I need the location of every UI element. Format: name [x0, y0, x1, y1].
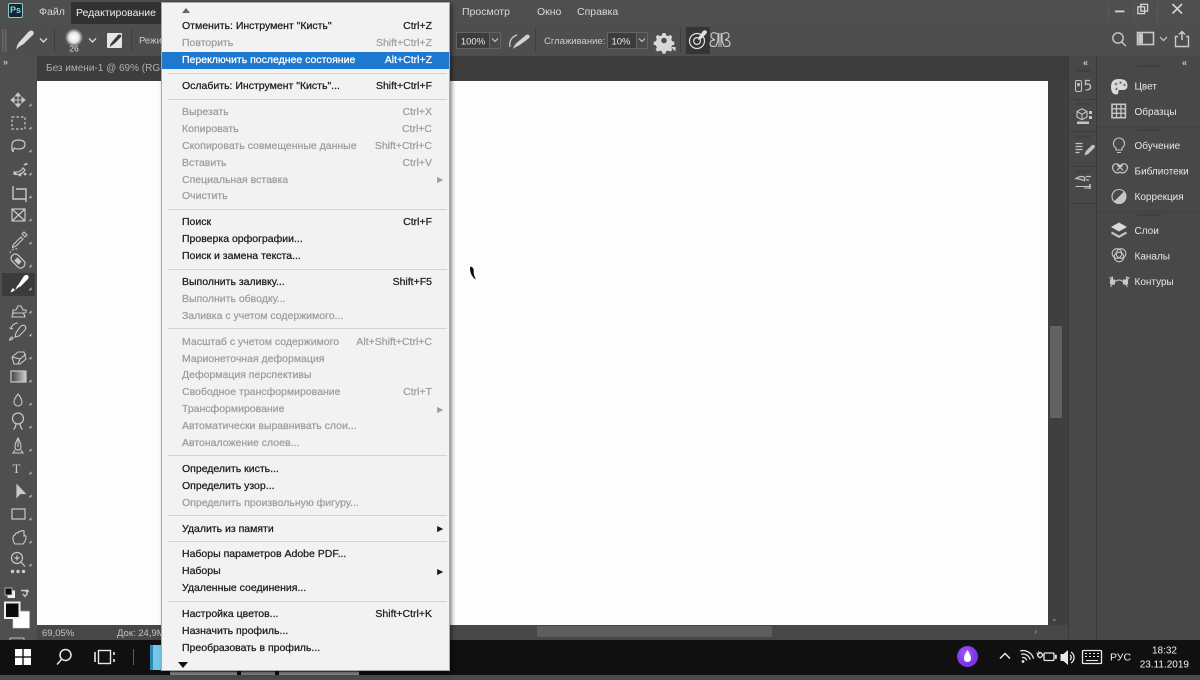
svg-text:Каналы: Каналы: [1135, 252, 1171, 263]
svg-text:Цвет: Цвет: [1135, 82, 1158, 93]
svg-text:100%: 100%: [461, 37, 486, 48]
svg-text:«: «: [1182, 58, 1187, 68]
svg-text:РУС: РУС: [1110, 652, 1131, 664]
svg-text:Сглаживание:: Сглаживание:: [544, 36, 605, 47]
svg-text:18:32: 18:32: [1152, 646, 1177, 657]
svg-text:T: T: [13, 461, 21, 476]
svg-text:Слои: Слои: [1135, 226, 1159, 237]
svg-text:Библиотеки: Библиотеки: [1135, 166, 1189, 178]
svg-text:«: «: [1083, 58, 1088, 68]
svg-text:Обучение: Обучение: [1135, 140, 1181, 152]
svg-text:23.11.2019: 23.11.2019: [1140, 660, 1190, 671]
svg-text:10%: 10%: [611, 37, 631, 48]
svg-text:Контуры: Контуры: [1135, 277, 1174, 288]
svg-text:Образцы: Образцы: [1135, 106, 1177, 118]
svg-text:26: 26: [69, 44, 79, 54]
svg-text:Коррекция: Коррекция: [1135, 192, 1184, 203]
svg-text:»: »: [3, 57, 8, 67]
